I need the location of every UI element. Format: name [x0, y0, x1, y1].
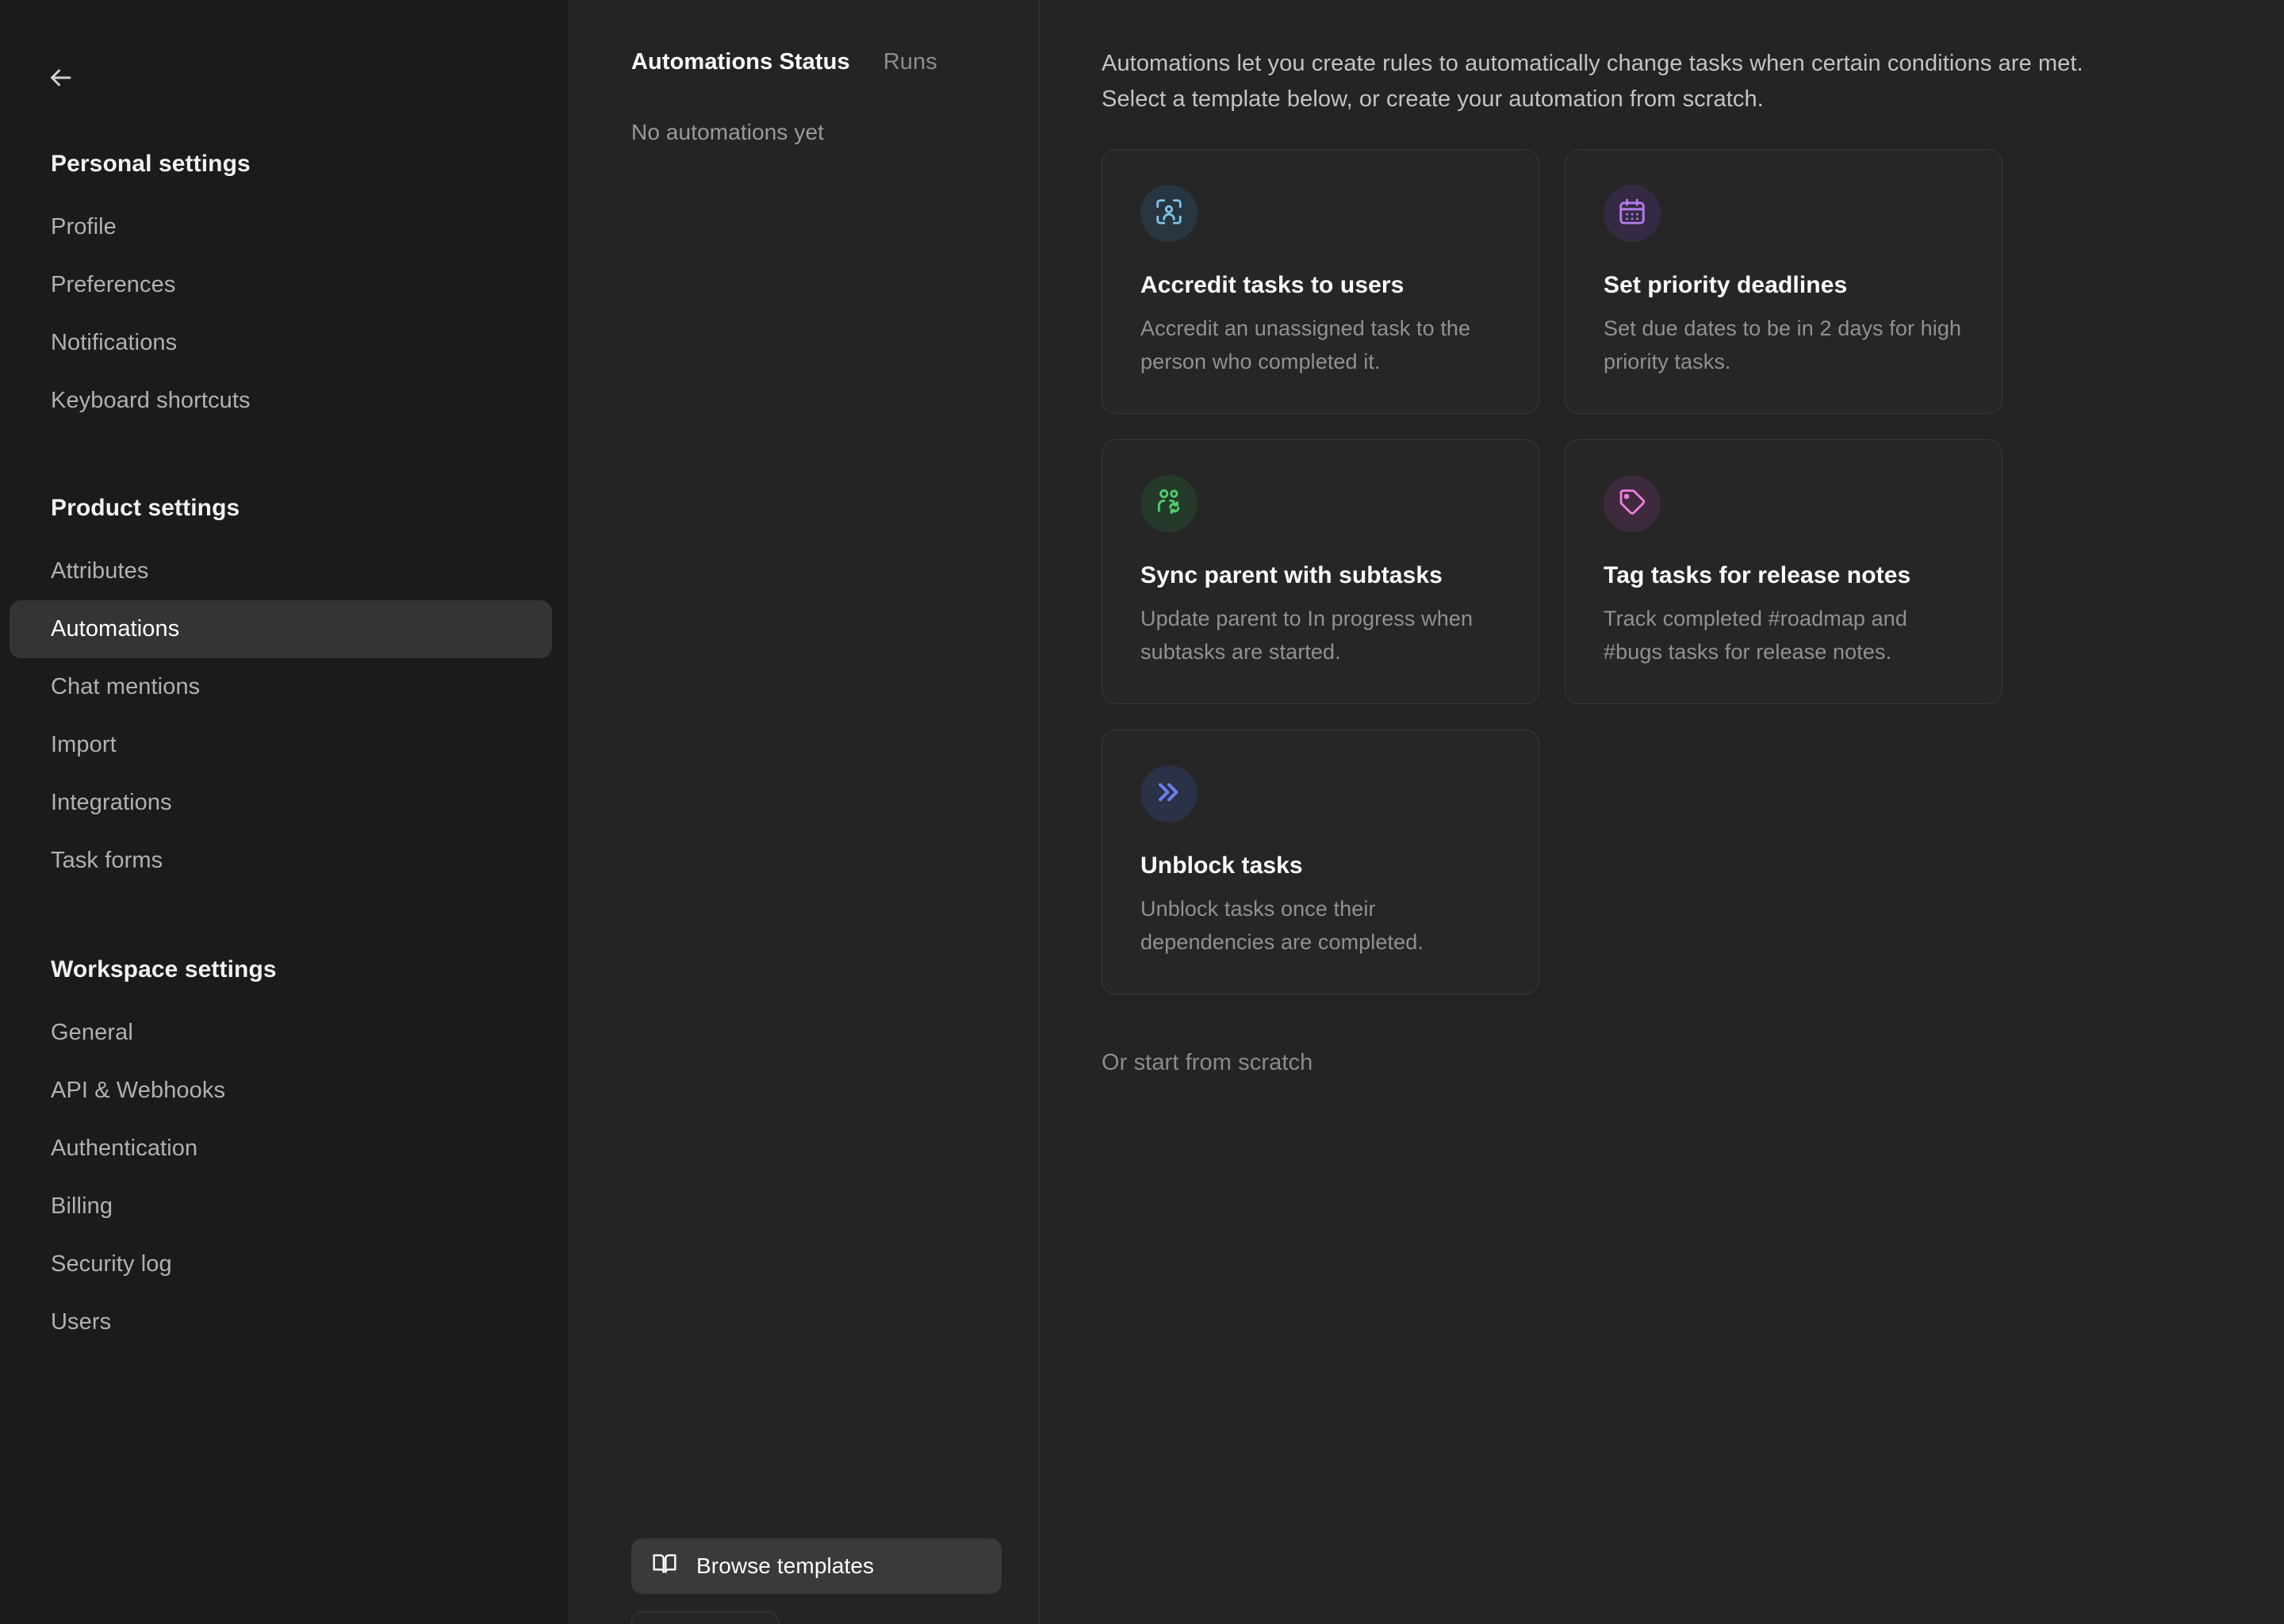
template-description: Update parent to In progress when subtas… — [1140, 607, 1473, 664]
sidebar-item-label: General — [51, 1020, 133, 1045]
sidebar-item-label: Task forms — [51, 848, 163, 873]
icon-badge — [1604, 475, 1661, 532]
sidebar-item-keyboard-shortcuts[interactable]: Keyboard shortcuts — [10, 372, 552, 430]
scan-user-icon — [1154, 197, 1184, 231]
template-description: Unblock tasks once their dependencies ar… — [1140, 897, 1424, 954]
users-sync-icon — [1154, 487, 1184, 521]
sidebar-item-integrations[interactable]: Integrations — [10, 774, 552, 832]
browse-templates-button[interactable]: Browse templates — [631, 1538, 1002, 1594]
sidebar-item-label: Users — [51, 1309, 112, 1335]
sidebar-item-chat-mentions[interactable]: Chat mentions — [10, 658, 552, 716]
tab-runs[interactable]: Runs — [883, 49, 937, 75]
template-card-set-priority-deadlines[interactable]: Set priority deadlines Set due dates to … — [1565, 149, 2002, 414]
sidebar-group-title: Product settings — [51, 495, 240, 521]
automations-list-panel: Automations Status Runs No automations y… — [568, 0, 1040, 1624]
icon-badge — [1604, 185, 1661, 242]
sidebar-item-preferences[interactable]: Preferences — [10, 256, 552, 314]
template-card-grid: Accredit tasks to users Accredit an unas… — [1102, 149, 2002, 994]
template-description: Track completed #roadmap and #bugs tasks… — [1604, 607, 1908, 664]
tab-label: Automations Status — [631, 49, 850, 75]
arrow-left-icon — [46, 63, 75, 92]
template-card-sync-parent-with-subtasks[interactable]: Sync parent with subtasks Update parent … — [1102, 439, 1539, 704]
chevrons-right-icon — [1154, 777, 1184, 811]
template-description: Set due dates to be in 2 days for high p… — [1604, 316, 1962, 373]
partially-visible-button[interactable] — [631, 1611, 779, 1624]
browse-templates-label: Browse templates — [696, 1553, 875, 1578]
sidebar-item-label: Integrations — [51, 790, 172, 815]
sidebar-group-title: Workspace settings — [51, 956, 277, 982]
sidebar-item-label: Security log — [51, 1251, 172, 1277]
sidebar-item-label: Preferences — [51, 272, 176, 297]
sidebar-item-billing[interactable]: Billing — [10, 1178, 552, 1235]
automations-templates-panel: Automations let you create rules to auto… — [1040, 0, 2284, 1624]
sidebar-item-label: Automations — [51, 616, 180, 642]
sidebar-item-security-log[interactable]: Security log — [10, 1235, 552, 1293]
sidebar-item-attributes[interactable]: Attributes — [10, 542, 552, 600]
settings-sidebar: Personal settings Profile Preferences No… — [0, 0, 568, 1624]
calendar-icon — [1617, 197, 1647, 231]
sidebar-item-label: Authentication — [51, 1136, 198, 1161]
book-open-icon — [652, 1551, 677, 1582]
sidebar-item-label: Chat mentions — [51, 674, 201, 699]
template-title: Accredit tasks to users — [1140, 272, 1405, 298]
tag-icon — [1617, 487, 1647, 521]
template-card-accredit-tasks-to-users[interactable]: Accredit tasks to users Accredit an unas… — [1102, 149, 1539, 414]
sidebar-item-authentication[interactable]: Authentication — [10, 1120, 552, 1178]
icon-badge — [1140, 185, 1198, 242]
tab-automations-status[interactable]: Automations Status — [631, 49, 850, 75]
template-card-unblock-tasks[interactable]: Unblock tasks Unblock tasks once their d… — [1102, 730, 1539, 994]
template-title: Unblock tasks — [1140, 852, 1303, 879]
sidebar-item-import[interactable]: Import — [10, 716, 552, 774]
back-button[interactable] — [32, 49, 89, 106]
template-title: Sync parent with subtasks — [1140, 562, 1443, 588]
sidebar-group-product: Product settings Attributes Automations … — [0, 495, 568, 890]
sidebar-item-api-webhooks[interactable]: API & Webhooks — [10, 1062, 552, 1120]
sidebar-group-workspace: Workspace settings General API & Webhook… — [0, 956, 568, 1351]
sidebar-item-label: Profile — [51, 214, 117, 239]
sidebar-item-label: Notifications — [51, 330, 178, 355]
template-card-tag-tasks-for-release-notes[interactable]: Tag tasks for release notes Track comple… — [1565, 439, 2002, 704]
sidebar-item-automations[interactable]: Automations — [10, 600, 552, 658]
template-title: Set priority deadlines — [1604, 272, 1848, 298]
tab-label: Runs — [883, 49, 937, 75]
icon-badge — [1140, 475, 1198, 532]
sidebar-item-notifications[interactable]: Notifications — [10, 314, 552, 372]
template-description: Accredit an unassigned task to the perso… — [1140, 316, 1471, 373]
panel-footer: Browse templates — [568, 1538, 1039, 1624]
empty-state-message: No automations yet — [631, 120, 825, 144]
start-from-scratch-link[interactable]: Or start from scratch — [1102, 1050, 1313, 1076]
sidebar-group-title: Personal settings — [51, 151, 251, 177]
sidebar-item-label: API & Webhooks — [51, 1078, 226, 1103]
sidebar-item-label: Keyboard shortcuts — [51, 388, 251, 413]
sidebar-item-users[interactable]: Users — [10, 1293, 552, 1351]
sidebar-item-label: Billing — [51, 1193, 113, 1219]
icon-badge — [1140, 765, 1198, 822]
sidebar-item-general[interactable]: General — [10, 1004, 552, 1062]
sidebar-item-label: Attributes — [51, 558, 149, 584]
sidebar-item-profile[interactable]: Profile — [10, 198, 552, 256]
automations-tabs: Automations Status Runs — [568, 49, 1039, 75]
template-title: Tag tasks for release notes — [1604, 562, 1911, 588]
settings-window: Personal settings Profile Preferences No… — [0, 0, 2284, 1624]
sidebar-item-task-forms[interactable]: Task forms — [10, 832, 552, 890]
automations-intro-text: Automations let you create rules to auto… — [1102, 51, 2083, 112]
sidebar-item-label: Import — [51, 732, 117, 757]
sidebar-group-personal: Personal settings Profile Preferences No… — [0, 151, 568, 430]
